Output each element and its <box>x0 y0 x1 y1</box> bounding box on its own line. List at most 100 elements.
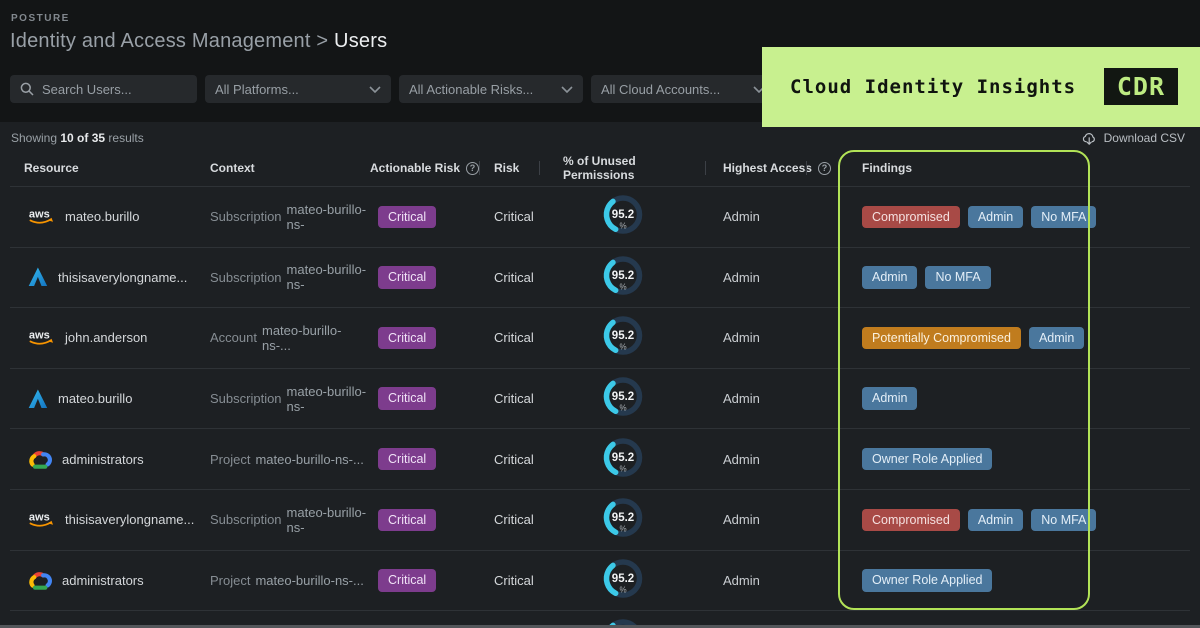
context-value: mateo-burillo-ns-... <box>255 451 364 467</box>
results-count: Showing 10 of 35 results <box>11 131 144 145</box>
context-cell: Subscription mateo-burillo-ns- <box>210 202 370 232</box>
resource-cell: aws john.anderson <box>10 328 210 347</box>
finding-badge: No MFA <box>1031 508 1097 531</box>
svg-text:%: % <box>619 222 626 231</box>
context-type: Project <box>210 572 251 588</box>
chevron-down-icon <box>561 85 573 93</box>
actionable-risks-dropdown[interactable]: All Actionable Risks... <box>399 75 583 103</box>
azure-icon <box>28 389 48 409</box>
banner-title: Cloud Identity Insights <box>790 76 1077 98</box>
resource-cell: aws thisisaverylongname... <box>10 510 210 529</box>
finding-badge: Potentially Compromised <box>862 326 1021 350</box>
cloud-accounts-dropdown[interactable]: All Cloud Accounts... <box>591 75 775 103</box>
table-row[interactable]: mateo.burillo Subscription mateo-burillo… <box>10 367 1190 429</box>
unused-permissions-gauge: 95.2 % <box>603 437 643 477</box>
table-row[interactable]: aws john.anderson Account mateo-burillo-… <box>10 307 1190 368</box>
cdr-tag: CDR <box>1103 68 1178 105</box>
context-type: Subscription <box>210 209 282 225</box>
context-value: mateo-burillo-ns- <box>286 504 367 535</box>
svg-text:%: % <box>619 525 626 534</box>
download-csv-label: Download CSV <box>1103 131 1185 145</box>
breadcrumb-separator: > <box>316 30 329 52</box>
breadcrumb-current: Users <box>334 30 388 52</box>
unused-permissions-cell: 95.2 % <box>540 557 706 604</box>
actionable-risk-badge: Critical <box>378 266 437 289</box>
findings-cell: Admin <box>834 387 1190 410</box>
resource-name: administrators <box>62 572 144 588</box>
highest-access-cell: Admin <box>723 330 760 346</box>
platforms-dropdown[interactable]: All Platforms... <box>205 75 391 103</box>
actionable-risks-dropdown-label: All Actionable Risks... <box>409 81 534 97</box>
svg-text:aws: aws <box>29 330 50 342</box>
unused-permissions-cell: 95.2 % <box>540 314 706 361</box>
resource-name: mateo.burillo <box>65 209 140 225</box>
highest-access-cell: Admin <box>723 572 760 588</box>
actionable-risk-badge: Critical <box>378 508 437 531</box>
actionable-risk-cell: Critical <box>370 447 480 471</box>
unused-permissions-gauge: 95.2 % <box>603 377 643 416</box>
platforms-dropdown-label: All Platforms... <box>215 81 299 97</box>
resource-name: thisisaverylongname... <box>58 269 188 285</box>
actionable-risk-badge: Critical <box>378 569 437 592</box>
breadcrumb-parent[interactable]: Identity and Access Management <box>10 30 311 52</box>
table-row[interactable]: aws mateo.burillo Subscription mateo-bur… <box>10 186 1190 247</box>
highest-access-cell: Admin <box>723 451 760 467</box>
finding-badge: Admin <box>1028 326 1085 350</box>
context-cell: Subscription mateo-burillo-ns- <box>210 262 370 292</box>
highest-access-cell: Admin <box>723 269 760 285</box>
gcp-icon <box>28 450 52 469</box>
context-value: mateo-burillo-ns- <box>286 201 367 232</box>
highest-access-cell: Admin <box>723 391 760 407</box>
findings-cell: Compromised Admin No MFA <box>834 508 1190 531</box>
unused-permissions-cell: 95.2 % <box>540 254 706 301</box>
context-value: mateo-burillo-ns- <box>286 262 367 293</box>
context-type: Subscription <box>210 512 282 528</box>
svg-text:95.2: 95.2 <box>612 330 634 342</box>
search-input[interactable]: Search Users... <box>10 75 197 103</box>
resource-cell: thisisaverylongname... <box>10 267 210 287</box>
context-value: mateo-burillo-ns-... <box>261 322 342 353</box>
table-row[interactable]: administrators Project mateo-burillo-ns-… <box>10 549 1190 611</box>
chevron-down-icon <box>369 85 381 93</box>
context-type: Subscription <box>210 391 282 407</box>
resource-cell: administrators <box>10 571 210 590</box>
svg-text:95.2: 95.2 <box>612 209 634 221</box>
finding-badge: Admin <box>967 205 1024 228</box>
svg-text:95.2: 95.2 <box>612 391 634 403</box>
findings-cell: Owner Role Applied <box>834 569 1190 592</box>
table-header-row: Resource Context Actionable Risk? Risk %… <box>10 150 1190 186</box>
risk-cell: Critical <box>494 209 534 225</box>
risk-cell: Critical <box>494 391 534 407</box>
context-cell: Subscription mateo-burillo-ns- <box>210 505 370 535</box>
context-cell: Account mateo-burillo-ns-... <box>210 323 370 353</box>
table-row[interactable]: administrators Project mateo-burillo-ns-… <box>10 428 1190 489</box>
help-icon[interactable]: ? <box>817 161 831 175</box>
finding-badge: Compromised <box>862 508 960 531</box>
finding-badge: Admin <box>967 508 1024 531</box>
column-header-actionable-risk: Actionable Risk? <box>370 161 480 175</box>
context-cell: Project mateo-burillo-ns-... <box>210 452 370 467</box>
aws-icon: aws <box>28 328 55 347</box>
users-table: Resource Context Actionable Risk? Risk %… <box>10 150 1190 628</box>
table-row[interactable]: thisisaverylongname... Subscription mate… <box>10 246 1190 308</box>
actionable-risk-cell: Critical <box>370 326 480 350</box>
finding-badge: No MFA <box>1031 205 1097 228</box>
svg-text:95.2: 95.2 <box>612 573 634 585</box>
search-placeholder: Search Users... <box>42 81 132 97</box>
highest-access-cell: Admin <box>723 512 760 528</box>
column-header-context: Context <box>210 161 255 175</box>
aws-icon: aws <box>28 510 55 529</box>
actionable-risk-badge: Critical <box>378 447 437 471</box>
finding-badge: No MFA <box>925 266 991 289</box>
help-icon[interactable]: ? <box>466 161 480 175</box>
unused-permissions-gauge: 95.2 % <box>603 256 643 295</box>
actionable-risk-cell: Critical <box>370 508 480 531</box>
findings-cell: Compromised Admin No MFA <box>834 205 1190 228</box>
table-row[interactable]: aws thisisaverylongname... Subscription … <box>10 488 1190 550</box>
resource-name: thisisaverylongname... <box>65 512 195 528</box>
unused-permissions-gauge: 95.2 % <box>603 559 643 598</box>
svg-text:%: % <box>619 343 626 352</box>
download-csv-button[interactable]: Download CSV <box>1082 131 1185 145</box>
resource-name: mateo.burillo <box>58 391 133 407</box>
risk-cell: Critical <box>494 269 534 285</box>
